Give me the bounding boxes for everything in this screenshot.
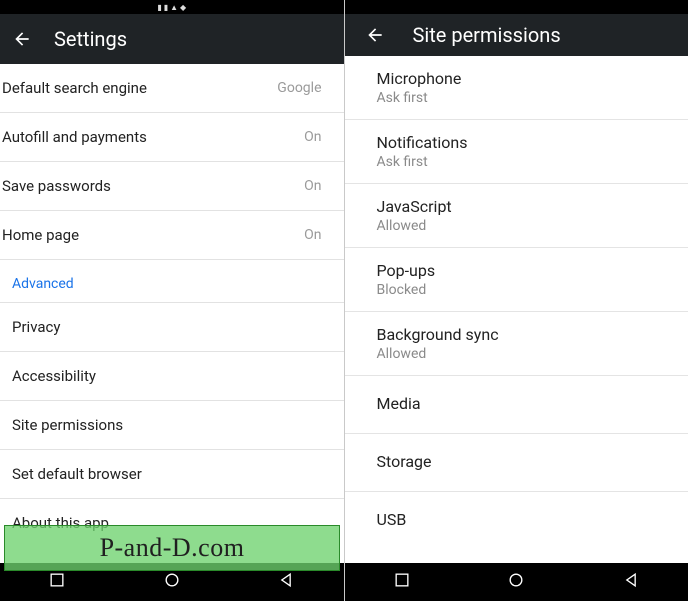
navbar-left xyxy=(0,563,344,601)
row-value: On xyxy=(304,178,329,194)
perm-storage[interactable]: Storage xyxy=(345,434,688,492)
row-label: About this app xyxy=(2,514,109,532)
permissions-list: Microphone Ask first Notifications Ask f… xyxy=(345,56,688,563)
perm-media[interactable]: Media xyxy=(345,376,688,434)
row-default-search-engine[interactable]: Default search engine Google xyxy=(0,64,344,113)
perm-title: Pop-ups xyxy=(377,261,688,280)
home-icon[interactable] xyxy=(506,570,526,594)
row-value: Google xyxy=(277,80,329,96)
back-nav-icon[interactable] xyxy=(276,570,296,594)
row-label: Set default browser xyxy=(2,465,142,483)
perm-title: Media xyxy=(377,394,688,413)
row-about-this-app[interactable]: About this app xyxy=(0,499,344,547)
perm-title: Notifications xyxy=(377,133,688,152)
perm-title: Storage xyxy=(377,452,688,471)
row-label: Default search engine xyxy=(2,79,147,97)
site-permissions-header: Site permissions xyxy=(345,14,688,56)
perm-title: JavaScript xyxy=(377,197,688,216)
section-advanced: Advanced xyxy=(0,260,344,303)
home-icon[interactable] xyxy=(162,570,182,594)
statusbar-left: ▮ ▮ ▲ ◆ xyxy=(0,0,344,14)
row-accessibility[interactable]: Accessibility xyxy=(0,352,344,401)
row-value: On xyxy=(304,129,329,145)
row-save-passwords[interactable]: Save passwords On xyxy=(0,162,344,211)
perm-status: Ask first xyxy=(377,154,688,170)
navbar-right xyxy=(345,563,688,601)
back-nav-icon[interactable] xyxy=(621,570,641,594)
perm-title: Background sync xyxy=(377,325,688,344)
recent-apps-icon[interactable] xyxy=(47,570,67,594)
row-autofill-payments[interactable]: Autofill and payments On xyxy=(0,113,344,162)
row-label: Home page xyxy=(2,226,79,244)
recent-apps-icon[interactable] xyxy=(392,570,412,594)
perm-notifications[interactable]: Notifications Ask first xyxy=(345,120,688,184)
back-icon[interactable] xyxy=(365,25,385,45)
perm-status: Allowed xyxy=(377,218,688,234)
perm-status: Allowed xyxy=(377,346,688,362)
site-permissions-title: Site permissions xyxy=(413,23,561,47)
row-label: Privacy xyxy=(2,318,60,336)
row-value: On xyxy=(304,227,329,243)
perm-status: Ask first xyxy=(377,90,688,106)
row-label: Site permissions xyxy=(2,416,123,434)
row-label: Save passwords xyxy=(2,177,111,195)
perm-background-sync[interactable]: Background sync Allowed xyxy=(345,312,688,376)
settings-header: Settings xyxy=(0,14,344,64)
perm-popups[interactable]: Pop-ups Blocked xyxy=(345,248,688,312)
row-label: Autofill and payments xyxy=(2,128,147,146)
perm-usb[interactable]: USB xyxy=(345,492,688,549)
perm-status: Blocked xyxy=(377,282,688,298)
settings-title: Settings xyxy=(54,27,127,51)
row-privacy[interactable]: Privacy xyxy=(0,303,344,352)
row-site-permissions[interactable]: Site permissions xyxy=(0,401,344,450)
row-home-page[interactable]: Home page On xyxy=(0,211,344,260)
back-icon[interactable] xyxy=(12,29,32,49)
settings-list: Default search engine Google Autofill an… xyxy=(0,64,344,563)
perm-title: USB xyxy=(377,510,688,529)
statusbar-right xyxy=(345,0,688,14)
perm-javascript[interactable]: JavaScript Allowed xyxy=(345,184,688,248)
row-set-default-browser[interactable]: Set default browser xyxy=(0,450,344,499)
row-label: Accessibility xyxy=(2,367,96,385)
perm-microphone[interactable]: Microphone Ask first xyxy=(345,56,688,120)
perm-title: Microphone xyxy=(377,69,688,88)
